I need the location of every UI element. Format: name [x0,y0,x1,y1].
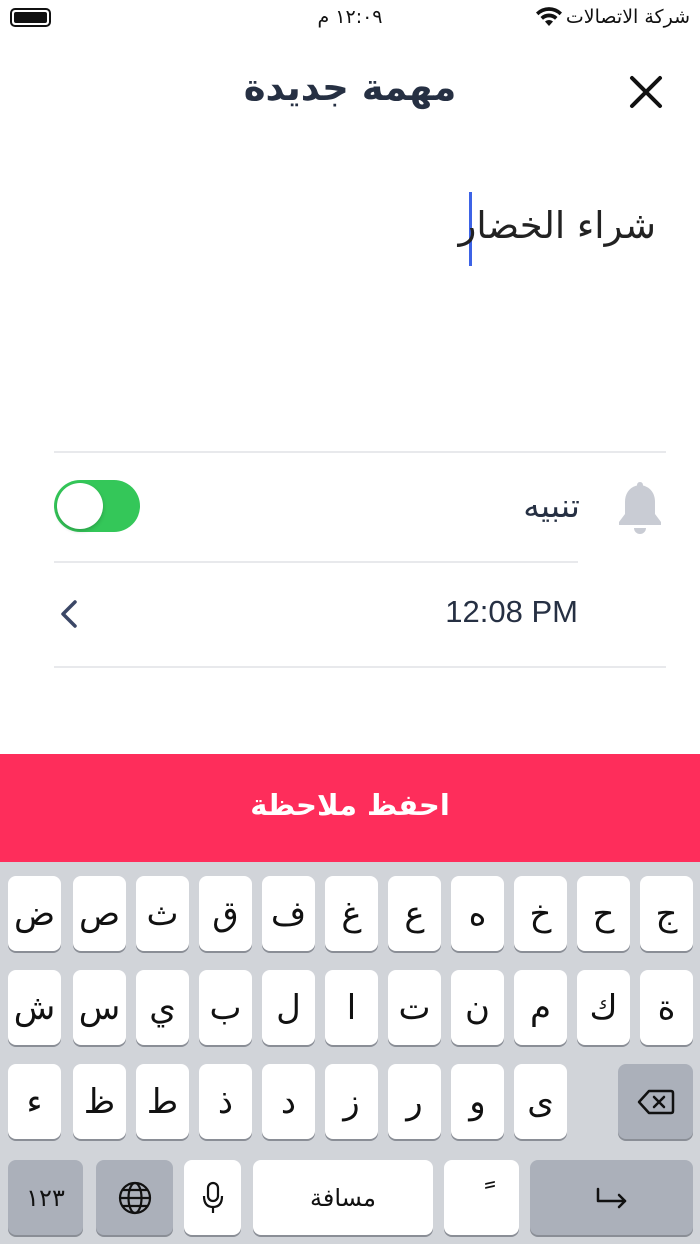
key[interactable]: د [262,1064,315,1139]
close-button[interactable] [622,68,670,116]
key[interactable]: غ [325,876,378,951]
numbers-key[interactable]: ١٢٣ [8,1160,83,1235]
diacritic-key[interactable]: ً [444,1160,519,1235]
globe-key[interactable] [96,1160,173,1235]
page-title: مهمة جديدة [243,66,457,109]
key[interactable]: ق [199,876,252,951]
key[interactable]: ت [388,970,441,1045]
reminder-label: تنبيه [523,486,580,525]
key[interactable]: ح [577,876,630,951]
close-icon [630,76,662,108]
key[interactable]: ل [262,970,315,1045]
wifi-icon [536,7,562,26]
key[interactable]: خ [514,876,567,951]
carrier-name: شركة الاتصالات [565,6,690,28]
key[interactable]: ى [514,1064,567,1139]
keyboard: ج ح خ ه ع غ ف ق ث ص ض ة ك م ن ت ا ل ب ي … [0,862,700,1244]
save-note-label: احفظ ملاحظة [250,788,450,822]
reminder-time: 12:08 PM [445,594,578,629]
toggle-knob [57,483,103,529]
key[interactable]: ض [8,876,61,951]
return-key[interactable] [530,1160,693,1235]
reminder-toggle[interactable] [54,480,140,532]
status-bar: ١٢:٠٩ م شركة الاتصالات [0,0,700,36]
microphone-key[interactable] [184,1160,241,1235]
header: مهمة جديدة [0,52,700,132]
key[interactable]: ش [8,970,61,1045]
key[interactable]: و [451,1064,504,1139]
backspace-key[interactable] [618,1064,693,1139]
key[interactable]: ي [136,970,189,1045]
task-input[interactable]: شراء الخضار [54,190,666,280]
key[interactable]: ز [325,1064,378,1139]
key[interactable]: س [73,970,126,1045]
space-key[interactable]: مسافة [253,1160,433,1235]
key[interactable]: ع [388,876,441,951]
divider [54,561,578,563]
key[interactable]: ص [73,876,126,951]
key[interactable]: ج [640,876,693,951]
key[interactable]: م [514,970,567,1045]
backspace-icon [637,1089,674,1114]
key[interactable]: ن [451,970,504,1045]
key[interactable]: ر [388,1064,441,1139]
key[interactable]: ب [199,970,252,1045]
divider [54,451,666,453]
bell-icon [619,482,661,534]
key[interactable]: ط [136,1064,189,1139]
save-note-button[interactable]: احفظ ملاحظة [0,754,700,862]
return-icon [596,1187,626,1208]
key[interactable]: ذ [199,1064,252,1139]
microphone-icon [202,1181,223,1213]
key[interactable]: ث [136,876,189,951]
key[interactable]: ف [262,876,315,951]
reminder-time-row[interactable]: 12:08 PM [54,580,578,650]
key[interactable]: ظ [73,1064,126,1139]
reminder-row: تنبيه [54,470,666,550]
key[interactable]: ا [325,970,378,1045]
task-text: شراء الخضار [458,204,656,247]
key[interactable]: ة [640,970,693,1045]
globe-icon [118,1181,151,1214]
chevron-left-icon [61,600,77,628]
key[interactable]: ك [577,970,630,1045]
divider [54,666,666,668]
key[interactable]: ء [8,1064,61,1139]
key[interactable]: ه [451,876,504,951]
